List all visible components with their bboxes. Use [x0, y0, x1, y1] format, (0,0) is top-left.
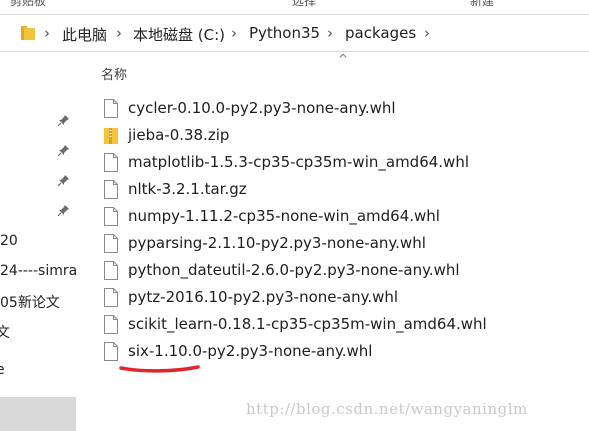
file-name: matplotlib-1.5.3-cp35-cp35m-win_amd64.wh…	[128, 153, 469, 171]
ribbon-new-label: 新建	[470, 0, 495, 8]
file-name: scikit_learn-0.18.1-cp35-cp35m-win_amd64…	[128, 315, 487, 333]
column-header-name[interactable]: 名称	[101, 64, 127, 83]
file-icon	[104, 99, 118, 118]
nav-selected-item[interactable]	[0, 397, 76, 431]
file-name: jieba-0.38.zip	[128, 126, 230, 144]
ribbon-strip: 剪贴板 选择 新建	[0, 0, 589, 12]
breadcrumb-separator[interactable]: ›	[231, 24, 237, 42]
file-name: cycler-0.10.0-py2.py3-none-any.whl	[128, 99, 396, 117]
file-row[interactable]: matplotlib-1.5.3-cp35-cp35m-win_amd64.wh…	[104, 150, 584, 177]
file-name: pytz-2016.10-py2.py3-none-any.whl	[128, 288, 399, 306]
navigation-pane: 20 24----simra 05新论文 文 e	[0, 52, 76, 431]
breadcrumb-separator: ›	[44, 24, 50, 42]
file-icon	[104, 342, 118, 361]
nav-item[interactable]: e	[0, 362, 5, 378]
file-icon	[104, 288, 118, 307]
breadcrumb-this-pc[interactable]: 此电脑	[62, 24, 107, 45]
file-name: python_dateutil-2.6.0-py2.py3-none-any.w…	[128, 261, 460, 279]
file-icon	[104, 234, 118, 253]
nav-item[interactable]: 20	[0, 233, 18, 249]
nav-item[interactable]: 文	[0, 322, 10, 342]
folder-icon	[21, 26, 35, 40]
breadcrumb-packages[interactable]: packages	[345, 24, 416, 42]
file-name: six-1.10.0-py2.py3-none-any.whl	[128, 342, 373, 360]
breadcrumb-separator[interactable]: ›	[116, 24, 122, 42]
file-name: pyparsing-2.1.10-py2.py3-none-any.whl	[128, 234, 426, 252]
red-underline-annotation	[119, 365, 200, 373]
file-icon	[104, 261, 118, 280]
file-row[interactable]: pytz-2016.10-py2.py3-none-any.whl	[104, 285, 584, 312]
file-row[interactable]: cycler-0.10.0-py2.py3-none-any.whl	[104, 96, 584, 123]
nav-item[interactable]: 05新论文	[0, 292, 60, 312]
file-icon	[104, 153, 118, 172]
sort-arrow-icon: ^	[338, 52, 349, 66]
file-icon	[104, 315, 118, 334]
file-row[interactable]: scikit_learn-0.18.1-cp35-cp35m-win_amd64…	[104, 312, 584, 339]
file-name: nltk-3.2.1.tar.gz	[128, 180, 247, 198]
ribbon-clipboard-label: 剪贴板	[10, 0, 47, 8]
pin-icon[interactable]	[58, 174, 70, 186]
zip-folder-icon	[104, 128, 118, 144]
watermark: http://blog.csdn.net/wangyaninglm	[246, 400, 528, 418]
file-name: numpy-1.11.2-cp35-none-win_amd64.whl	[128, 207, 440, 225]
file-row[interactable]: pyparsing-2.1.10-py2.py3-none-any.whl	[104, 231, 584, 258]
breadcrumb-local-disk[interactable]: 本地磁盘 (C:)	[133, 24, 225, 45]
file-row[interactable]: jieba-0.38.zip	[104, 123, 584, 150]
file-row[interactable]: nltk-3.2.1.tar.gz	[104, 177, 584, 204]
address-bar[interactable]: › 此电脑 › 本地磁盘 (C:) › Python35 › packages …	[0, 14, 589, 52]
file-icon	[104, 207, 118, 226]
pin-icon[interactable]	[58, 204, 70, 216]
breadcrumb-separator[interactable]: ›	[424, 24, 430, 42]
pin-icon[interactable]	[58, 114, 70, 126]
file-row[interactable]: python_dateutil-2.6.0-py2.py3-none-any.w…	[104, 258, 584, 285]
breadcrumb-separator[interactable]: ›	[327, 24, 333, 42]
pin-icon[interactable]	[58, 144, 70, 156]
breadcrumb-python35[interactable]: Python35	[249, 24, 320, 42]
file-row[interactable]: numpy-1.11.2-cp35-none-win_amd64.whl	[104, 204, 584, 231]
file-icon	[104, 180, 118, 199]
nav-item[interactable]: 24----simra	[0, 263, 76, 279]
ribbon-select-label: 选择	[292, 0, 317, 8]
